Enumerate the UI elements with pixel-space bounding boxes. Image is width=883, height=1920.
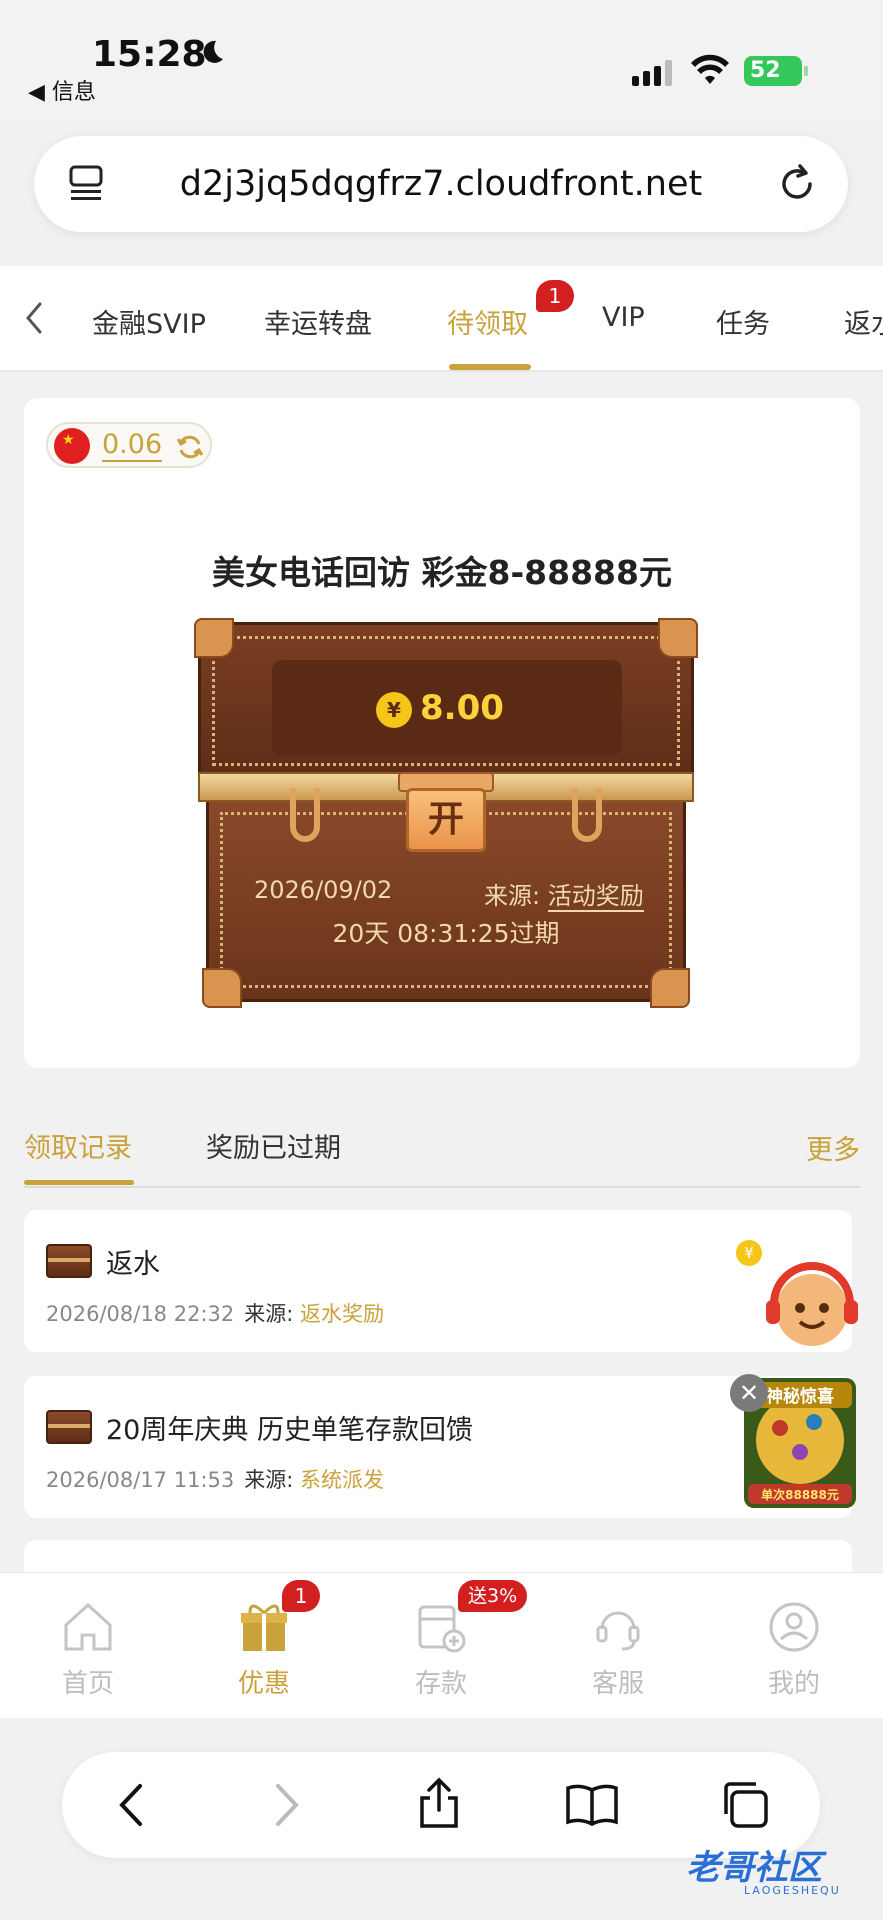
- list-item[interactable]: 返水 2026/08/18 22:32 来源: 返水奖励 ¥: [24, 1210, 852, 1352]
- reward-source: 来源: 活动奖励: [484, 876, 644, 912]
- list-item[interactable]: 20周年庆典 历史单笔存款回馈 2026/08/17 11:53 来源: 系统派发: [24, 1376, 852, 1518]
- record-title: 返水: [106, 1249, 160, 1280]
- tab-tasks[interactable]: 任务: [716, 302, 770, 341]
- status-bar: 15:28 ◀ 信息 52: [0, 0, 883, 120]
- yuan-coin-icon: ¥: [376, 692, 412, 728]
- user-icon: [769, 1602, 819, 1652]
- amount-panel: ¥ 8.00: [272, 660, 622, 756]
- chevron-left-icon[interactable]: [22, 300, 46, 336]
- reward-card: ★ 0.06 美女电话回访 彩金8-88888元 ¥ 8.00 开 2026/0…: [24, 398, 860, 1068]
- watermark: 老哥社区: [686, 1848, 822, 1888]
- cellular-signal-icon: [632, 60, 672, 86]
- tabs-icon[interactable]: [718, 1778, 770, 1830]
- nav-label: 我的: [767, 1669, 820, 1699]
- chest-icon: [46, 1244, 92, 1278]
- headset-icon: [596, 1611, 640, 1651]
- promo-subline: 单次88888元: [761, 1487, 839, 1502]
- record-tabs: 领取记录 奖励已过期 更多: [24, 1118, 860, 1188]
- tab-lucky-wheel[interactable]: 幸运转盘: [264, 302, 372, 341]
- open-chest-button[interactable]: 开: [406, 788, 486, 852]
- customer-service-float-icon[interactable]: [760, 1254, 864, 1358]
- share-icon[interactable]: [416, 1776, 462, 1830]
- record-time: 2026/08/17 11:53: [46, 1468, 235, 1492]
- corner-brace: [202, 968, 242, 1008]
- address-bar[interactable]: d2j3jq5dqgfrz7.cloudfront.net: [34, 136, 848, 232]
- back-icon[interactable]: [114, 1782, 150, 1828]
- expiry-countdown: 20天 08:31:25过期: [332, 919, 560, 948]
- record-source: 返水奖励: [300, 1302, 384, 1326]
- latch-icon: [572, 788, 602, 842]
- tab-pending[interactable]: 待领取: [447, 302, 528, 341]
- back-to-app-link[interactable]: ◀ 信息: [28, 74, 96, 106]
- url-text[interactable]: d2j3jq5dqgfrz7.cloudfront.net: [34, 164, 848, 204]
- corner-brace: [650, 968, 690, 1008]
- corner-brace: [194, 618, 234, 658]
- nav-promotions[interactable]: 优惠: [204, 1601, 324, 1700]
- tab-svip[interactable]: 金融SVIP: [92, 302, 206, 341]
- bottom-nav: 首页 优惠 存款 客服 我的: [0, 1572, 883, 1718]
- promo-headline: 神秘惊喜: [766, 1386, 834, 1407]
- reward-title: 美女电话回访 彩金8-88888元: [212, 553, 672, 592]
- nav-label: 客服: [591, 1669, 644, 1699]
- source-value: 活动奖励: [547, 882, 644, 912]
- nav-label: 优惠: [237, 1669, 290, 1699]
- category-tabs: 金融SVIP 幸运转盘 待领取 VIP 任务 返水: [0, 266, 883, 372]
- clock: 15:28: [92, 34, 207, 75]
- tab-expired-rewards[interactable]: 奖励已过期: [206, 1126, 341, 1165]
- more-link[interactable]: 更多: [806, 1128, 860, 1167]
- moon-icon: [203, 40, 223, 63]
- forward-icon[interactable]: [268, 1782, 304, 1828]
- active-record-tab-indicator: [24, 1180, 134, 1185]
- yuan-coin-icon: ¥: [736, 1240, 762, 1266]
- watermark-sub: LAOGESHEQU: [744, 1884, 841, 1897]
- battery-level: 52: [750, 58, 781, 83]
- tab-notification-badge: 1: [536, 280, 574, 312]
- record-time: 2026/08/18 22:32: [46, 1302, 235, 1326]
- battery-indicator: 52: [744, 56, 808, 86]
- nav-profile[interactable]: 我的: [734, 1601, 854, 1700]
- record-source-label: 来源:: [244, 1468, 294, 1492]
- deposit-bonus-badge: 送3%: [458, 1580, 528, 1612]
- source-label: 来源:: [484, 882, 548, 910]
- promo-count-badge: 1: [282, 1580, 320, 1612]
- active-tab-indicator: [449, 364, 531, 370]
- corner-brace: [658, 618, 698, 658]
- nav-label: 存款: [414, 1669, 467, 1699]
- tab-rebate[interactable]: 返水: [844, 302, 883, 341]
- tab-vip[interactable]: VIP: [602, 302, 645, 333]
- balance-value: 0.06: [102, 429, 163, 462]
- close-promo-button[interactable]: ✕: [730, 1374, 768, 1412]
- record-meta: 2026/08/17 11:53 来源: 系统派发: [46, 1464, 384, 1494]
- nav-deposit[interactable]: 存款: [381, 1601, 501, 1700]
- chest-icon: [46, 1410, 92, 1444]
- refresh-balance-icon[interactable]: [176, 433, 204, 461]
- balance-pill: ★ 0.06: [46, 422, 212, 468]
- record-source-label: 来源:: [244, 1302, 294, 1326]
- bookmarks-icon[interactable]: [564, 1782, 620, 1828]
- nav-label: 首页: [61, 1669, 114, 1699]
- china-flag-icon: ★: [54, 428, 90, 464]
- record-title: 20周年庆典 历史单笔存款回馈: [106, 1415, 473, 1446]
- reward-date: 2026/09/02: [254, 876, 393, 904]
- nav-customer-service[interactable]: 客服: [558, 1601, 678, 1700]
- treasure-chest[interactable]: ¥ 8.00 开 2026/09/02 来源: 活动奖励 20天 08:31:2…: [194, 618, 698, 1008]
- tab-claim-history[interactable]: 领取记录: [24, 1126, 132, 1165]
- reward-amount: 8.00: [420, 688, 504, 728]
- latch-icon: [290, 788, 320, 842]
- home-icon: [64, 1602, 112, 1651]
- reload-icon[interactable]: [778, 160, 818, 204]
- nav-home[interactable]: 首页: [28, 1601, 148, 1700]
- wifi-icon: [691, 54, 729, 84]
- record-source: 系统派发: [300, 1468, 384, 1492]
- record-meta: 2026/08/18 22:32 来源: 返水奖励: [46, 1298, 384, 1328]
